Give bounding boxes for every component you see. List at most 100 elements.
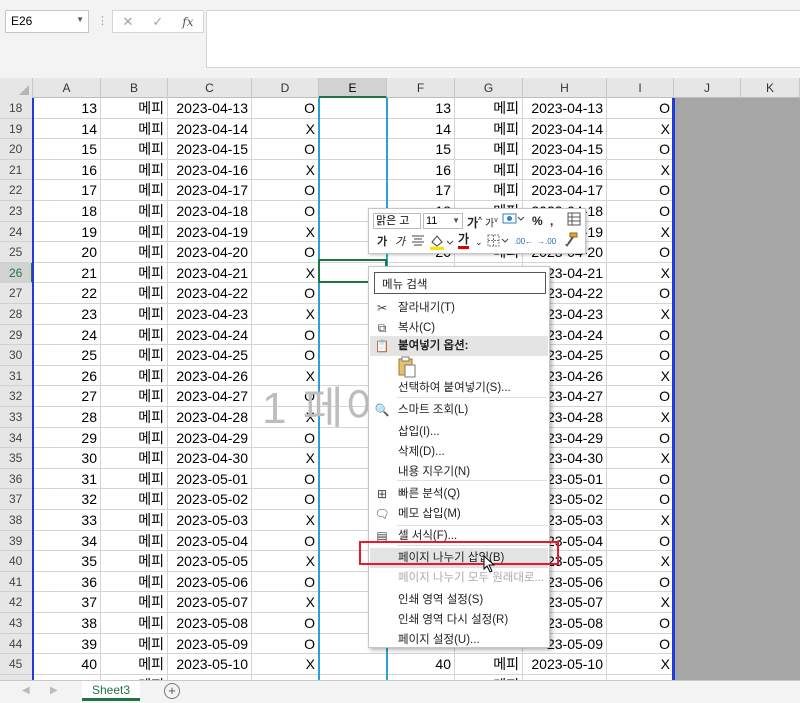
menu-item-9[interactable]: 🗨 메모 삽입(M) <box>370 504 548 524</box>
cell-b[interactable]: 메피 <box>101 201 168 222</box>
cell-b[interactable]: 메피 <box>101 386 168 407</box>
cell-a[interactable]: 29 <box>33 427 101 449</box>
cell-c[interactable]: 2023-04-15 <box>168 139 252 160</box>
cell-i[interactable]: O <box>607 139 674 160</box>
row-header[interactable]: 34 <box>0 427 33 449</box>
column-header-i[interactable]: I <box>607 78 674 98</box>
cell-j[interactable] <box>674 98 741 119</box>
row-header[interactable]: 27 <box>0 283 33 304</box>
sheet-tab-sheet3[interactable]: Sheet3 <box>82 681 140 701</box>
cell-a[interactable]: 21 <box>33 262 101 284</box>
cell-j[interactable] <box>674 510 741 531</box>
cell-a[interactable]: 31 <box>33 468 101 490</box>
font-color-button[interactable]: 가 <box>458 231 470 249</box>
cell-c[interactable]: 2023-04-28 <box>168 407 252 428</box>
cell-e[interactable] <box>319 118 387 140</box>
cell-c[interactable]: 2023-04-29 <box>168 427 252 449</box>
column-header-a[interactable]: A <box>33 78 101 98</box>
cell-h[interactable]: 2023-04-17 <box>523 180 607 201</box>
cell-c[interactable]: 2023-05-06 <box>168 571 252 593</box>
cell-i[interactable]: O <box>607 386 674 407</box>
column-header-g[interactable]: G <box>455 78 523 98</box>
cell-a[interactable]: 22 <box>33 283 101 304</box>
cell-f[interactable]: 14 <box>387 118 455 140</box>
cell-c[interactable]: 2023-04-30 <box>168 448 252 469</box>
prev-sheet-icon[interactable]: ◀ <box>22 685 30 696</box>
cell-b[interactable]: 메피 <box>101 262 168 284</box>
increase-decimal-button[interactable]: .00← <box>514 233 533 251</box>
insert-function-icon[interactable]: fx <box>182 15 193 29</box>
cell-d[interactable]: X <box>252 654 319 675</box>
column-header-e[interactable]: E <box>319 78 387 98</box>
cell-j[interactable] <box>674 345 741 366</box>
cell-b[interactable]: 메피 <box>101 221 168 243</box>
italic-button[interactable]: 가 <box>395 233 405 251</box>
cell-f[interactable]: 40 <box>387 654 455 675</box>
cell-j[interactable] <box>674 139 741 160</box>
cell-i[interactable]: X <box>607 510 674 531</box>
cell-i[interactable]: X <box>607 221 674 243</box>
cell-f[interactable]: 16 <box>387 159 455 181</box>
cell-a[interactable]: 18 <box>33 201 101 222</box>
cell-k[interactable] <box>741 592 800 613</box>
cell-c[interactable]: 2023-04-21 <box>168 262 252 284</box>
cell-a[interactable]: 30 <box>33 448 101 469</box>
cell-j[interactable] <box>674 551 741 572</box>
cell-k[interactable] <box>741 159 800 181</box>
cell-k[interactable] <box>741 283 800 304</box>
cell-c[interactable]: 2023-04-25 <box>168 345 252 366</box>
cell-j[interactable] <box>674 221 741 243</box>
cell-j[interactable] <box>674 613 741 634</box>
cell-j[interactable] <box>674 304 741 325</box>
row-header[interactable]: 28 <box>0 304 33 325</box>
cell-d[interactable]: X <box>252 510 319 531</box>
chevron-down-icon[interactable]: ▼ <box>76 15 84 24</box>
cell-d[interactable]: O <box>252 345 319 366</box>
menu-item-6[interactable]: 삭제(D)... <box>370 442 548 462</box>
cell-a[interactable]: 37 <box>33 592 101 613</box>
cell-h[interactable]: 2023-05-10 <box>523 654 607 675</box>
add-sheet-icon[interactable]: + <box>164 683 180 699</box>
cell-a[interactable]: 26 <box>33 365 101 387</box>
cell-i[interactable]: X <box>607 118 674 140</box>
column-header-k[interactable]: K <box>741 78 800 98</box>
cell-i[interactable]: O <box>607 489 674 510</box>
menu-item-0[interactable]: ✂ 잘라내기(T) <box>370 298 548 318</box>
font-color-dropdown-icon[interactable]: ⌄ <box>475 233 483 251</box>
cell-c[interactable]: 2023-04-16 <box>168 159 252 181</box>
cell-d[interactable]: O <box>252 201 319 222</box>
cell-j[interactable] <box>674 262 741 284</box>
borders-icon[interactable] <box>487 233 511 251</box>
comma-style-button[interactable]: , <box>550 212 553 230</box>
cell-k[interactable] <box>741 613 800 634</box>
cell-k[interactable] <box>741 262 800 284</box>
fill-color-icon[interactable] <box>429 233 455 251</box>
cell-d[interactable]: O <box>252 613 319 634</box>
cell-d[interactable]: X <box>252 448 319 469</box>
cell-b[interactable]: 메피 <box>101 489 168 510</box>
cancel-icon[interactable]: ✕ <box>122 14 133 30</box>
cell-g[interactable]: 메피 <box>455 139 523 160</box>
cell-c[interactable]: 2023-04-23 <box>168 304 252 325</box>
row-header[interactable]: 40 <box>0 551 33 572</box>
cell-j[interactable] <box>674 448 741 469</box>
menu-item-4[interactable]: 🔍 스마트 조회(L) <box>370 400 548 420</box>
cell-j[interactable] <box>674 201 741 222</box>
cell-a[interactable]: 13 <box>33 98 101 119</box>
cell-c[interactable]: 2023-04-26 <box>168 365 252 387</box>
cell-g[interactable]: 메피 <box>455 654 523 675</box>
cell-i[interactable]: O <box>607 427 674 449</box>
decrease-decimal-button[interactable]: →.00 <box>537 233 556 251</box>
cell-j[interactable] <box>674 592 741 613</box>
cell-a[interactable]: 15 <box>33 139 101 160</box>
cell-d[interactable]: X <box>252 262 319 284</box>
cell-e[interactable] <box>319 139 387 160</box>
cell-i[interactable]: X <box>607 407 674 428</box>
cell-k[interactable] <box>741 510 800 531</box>
row-header[interactable]: 19 <box>0 118 33 140</box>
cell-j[interactable] <box>674 283 741 304</box>
menu-item-1[interactable]: ⧉ 복사(C) <box>370 318 548 338</box>
cell-c[interactable]: 2023-04-27 <box>168 386 252 407</box>
cell-j[interactable] <box>674 571 741 593</box>
cell-b[interactable]: 메피 <box>101 633 168 655</box>
